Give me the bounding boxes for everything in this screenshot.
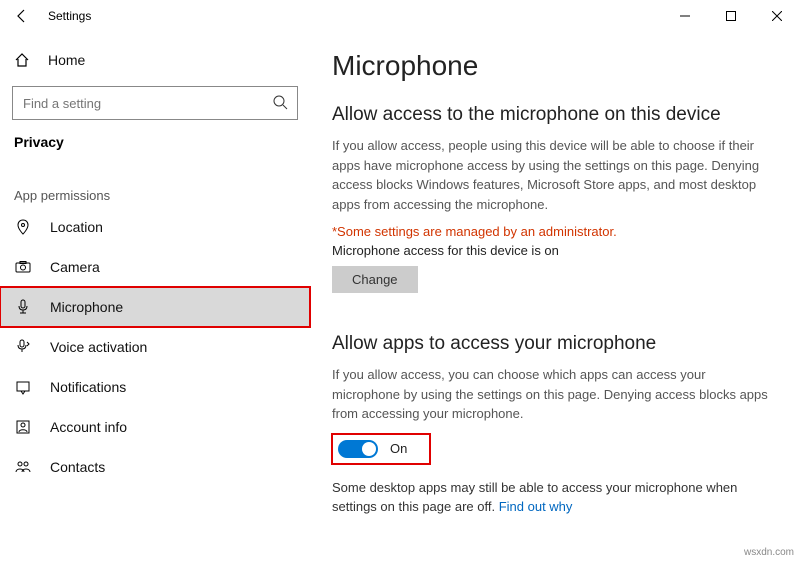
- home-nav[interactable]: Home: [0, 40, 310, 80]
- find-out-why-link[interactable]: Find out why: [499, 499, 573, 514]
- section2-title: Allow apps to access your microphone: [332, 333, 770, 355]
- watermark: wsxdn.com: [744, 547, 794, 558]
- sidebar-item-camera[interactable]: Camera: [0, 247, 310, 287]
- apps-access-toggle-row: On: [332, 434, 430, 464]
- search-input[interactable]: [12, 86, 298, 120]
- change-button[interactable]: Change: [332, 266, 418, 293]
- close-button[interactable]: [754, 0, 800, 32]
- titlebar: Settings: [0, 0, 800, 32]
- group-label: App permissions: [0, 160, 310, 207]
- back-icon[interactable]: [14, 8, 30, 24]
- sidebar-item-contacts[interactable]: Contacts: [0, 447, 310, 487]
- sidebar-item-label: Notifications: [50, 379, 126, 395]
- camera-icon: [14, 259, 32, 275]
- section1-title: Allow access to the microphone on this d…: [332, 104, 770, 126]
- maximize-button[interactable]: [708, 0, 754, 32]
- sidebar-item-microphone[interactable]: Microphone: [0, 287, 310, 327]
- contacts-icon: [14, 459, 32, 475]
- sidebar-item-label: Camera: [50, 259, 100, 275]
- search-icon[interactable]: [272, 94, 288, 110]
- window-title: Settings: [48, 9, 91, 23]
- location-icon: [14, 219, 32, 235]
- sidebar-item-location[interactable]: Location: [0, 207, 310, 247]
- voice-icon: [14, 339, 32, 355]
- sidebar-item-label: Microphone: [50, 299, 123, 315]
- page-title: Microphone: [332, 50, 770, 82]
- notifications-icon: [14, 379, 32, 395]
- sidebar-item-label: Account info: [50, 419, 127, 435]
- sidebar-item-notifications[interactable]: Notifications: [0, 367, 310, 407]
- account-icon: [14, 419, 32, 435]
- toggle-state-label: On: [390, 441, 407, 456]
- home-icon: [14, 52, 30, 68]
- search-container: [12, 86, 298, 120]
- sidebar-item-account-info[interactable]: Account info: [0, 407, 310, 447]
- section2-desc: If you allow access, you can choose whic…: [332, 365, 770, 424]
- device-status: Microphone access for this device is on: [332, 243, 770, 258]
- sidebar-item-label: Contacts: [50, 459, 105, 475]
- apps-access-toggle[interactable]: [338, 440, 378, 458]
- microphone-icon: [14, 299, 32, 315]
- admin-warning: *Some settings are managed by an adminis…: [332, 224, 770, 239]
- content-pane: Microphone Allow access to the microphon…: [310, 32, 800, 562]
- sidebar: Home Privacy App permissions Location Ca…: [0, 32, 310, 562]
- titlebar-left: Settings: [14, 8, 91, 24]
- window-controls: [662, 0, 800, 32]
- sidebar-item-label: Voice activation: [50, 339, 147, 355]
- home-label: Home: [48, 52, 85, 68]
- sidebar-item-voice-activation[interactable]: Voice activation: [0, 327, 310, 367]
- footer-desc: Some desktop apps may still be able to a…: [332, 478, 770, 517]
- section1-desc: If you allow access, people using this d…: [332, 136, 770, 214]
- minimize-button[interactable]: [662, 0, 708, 32]
- sidebar-item-label: Location: [50, 219, 103, 235]
- category-label: Privacy: [0, 130, 310, 160]
- main-area: Home Privacy App permissions Location Ca…: [0, 32, 800, 562]
